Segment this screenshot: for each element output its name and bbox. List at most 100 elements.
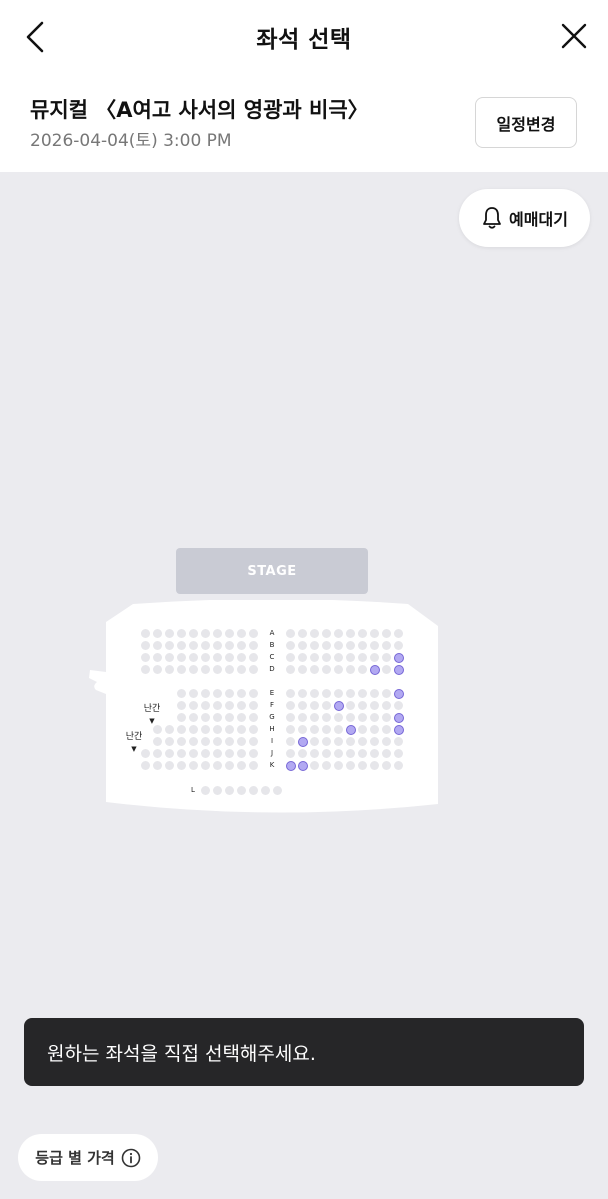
- seat[interactable]: [345, 700, 355, 710]
- seat[interactable]: [164, 724, 174, 734]
- seat[interactable]: [309, 664, 319, 674]
- seat[interactable]: [164, 736, 174, 746]
- seat[interactable]: [393, 760, 403, 770]
- seat[interactable]: [188, 736, 198, 746]
- seat[interactable]: [200, 700, 210, 710]
- seat[interactable]: [176, 628, 186, 638]
- seat[interactable]: [200, 760, 210, 770]
- seat-highlighted[interactable]: [297, 736, 308, 747]
- seat[interactable]: [369, 748, 379, 758]
- seat[interactable]: [357, 712, 367, 722]
- seat[interactable]: [200, 736, 210, 746]
- seat[interactable]: [381, 760, 391, 770]
- seat[interactable]: [224, 748, 234, 758]
- seat[interactable]: [309, 760, 319, 770]
- seat[interactable]: [236, 760, 246, 770]
- seat[interactable]: [188, 628, 198, 638]
- seat[interactable]: [333, 760, 343, 770]
- seat[interactable]: [164, 652, 174, 662]
- seat[interactable]: [176, 664, 186, 674]
- seat[interactable]: [309, 628, 319, 638]
- seat[interactable]: [369, 628, 379, 638]
- seat[interactable]: [188, 700, 198, 710]
- seat[interactable]: [140, 652, 150, 662]
- seat[interactable]: [212, 736, 222, 746]
- seat[interactable]: [212, 712, 222, 722]
- seat[interactable]: [357, 724, 367, 734]
- seat[interactable]: [236, 712, 246, 722]
- seat[interactable]: [188, 760, 198, 770]
- seat[interactable]: [369, 736, 379, 746]
- seat[interactable]: [285, 748, 295, 758]
- seat[interactable]: [369, 760, 379, 770]
- seat-highlighted[interactable]: [333, 700, 344, 711]
- seat[interactable]: [321, 628, 331, 638]
- seat[interactable]: [309, 652, 319, 662]
- seat[interactable]: [309, 712, 319, 722]
- seat[interactable]: [381, 664, 391, 674]
- seat[interactable]: [297, 688, 307, 698]
- seat[interactable]: [357, 700, 367, 710]
- waitlist-button[interactable]: 예매대기: [459, 189, 590, 247]
- seat[interactable]: [212, 760, 222, 770]
- seat[interactable]: [297, 664, 307, 674]
- seat[interactable]: [333, 688, 343, 698]
- seat[interactable]: [176, 736, 186, 746]
- seat[interactable]: [140, 664, 150, 674]
- seat[interactable]: [248, 652, 258, 662]
- seat[interactable]: [333, 640, 343, 650]
- seat[interactable]: [188, 724, 198, 734]
- seat[interactable]: [381, 748, 391, 758]
- seat[interactable]: [248, 760, 258, 770]
- seat[interactable]: [176, 712, 186, 722]
- seat[interactable]: [357, 760, 367, 770]
- seat[interactable]: [236, 748, 246, 758]
- seat[interactable]: [212, 628, 222, 638]
- seat[interactable]: [381, 628, 391, 638]
- seat[interactable]: [381, 640, 391, 650]
- seat[interactable]: [297, 652, 307, 662]
- seat[interactable]: [188, 712, 198, 722]
- seat-highlighted[interactable]: [369, 664, 380, 675]
- seat[interactable]: [321, 724, 331, 734]
- seat[interactable]: [236, 628, 246, 638]
- seat[interactable]: [285, 736, 295, 746]
- seat[interactable]: [381, 700, 391, 710]
- seat[interactable]: [188, 652, 198, 662]
- seat[interactable]: [164, 640, 174, 650]
- seat[interactable]: [164, 760, 174, 770]
- seat-highlighted[interactable]: [297, 760, 308, 771]
- seat[interactable]: [200, 652, 210, 662]
- seat[interactable]: [321, 712, 331, 722]
- seat[interactable]: [285, 664, 295, 674]
- seat[interactable]: [381, 712, 391, 722]
- seat[interactable]: [152, 724, 162, 734]
- seat[interactable]: [309, 688, 319, 698]
- seat[interactable]: [200, 724, 210, 734]
- seat[interactable]: [248, 664, 258, 674]
- seat[interactable]: [224, 712, 234, 722]
- seat[interactable]: [224, 700, 234, 710]
- seat[interactable]: [164, 664, 174, 674]
- seat[interactable]: [297, 712, 307, 722]
- seat[interactable]: [357, 652, 367, 662]
- seat[interactable]: [200, 688, 210, 698]
- seat[interactable]: [357, 748, 367, 758]
- seat[interactable]: [152, 736, 162, 746]
- seat[interactable]: [200, 712, 210, 722]
- seat[interactable]: [224, 760, 234, 770]
- seat[interactable]: [393, 628, 403, 638]
- seat[interactable]: [285, 712, 295, 722]
- seat[interactable]: [200, 748, 210, 758]
- seat[interactable]: [152, 640, 162, 650]
- seat[interactable]: [164, 748, 174, 758]
- seat[interactable]: [321, 736, 331, 746]
- seat[interactable]: [381, 652, 391, 662]
- seat[interactable]: [236, 700, 246, 710]
- seat[interactable]: [236, 736, 246, 746]
- seat[interactable]: [224, 688, 234, 698]
- seat[interactable]: [321, 664, 331, 674]
- seat-highlighted[interactable]: [393, 688, 404, 699]
- seat[interactable]: [212, 700, 222, 710]
- seat[interactable]: [333, 748, 343, 758]
